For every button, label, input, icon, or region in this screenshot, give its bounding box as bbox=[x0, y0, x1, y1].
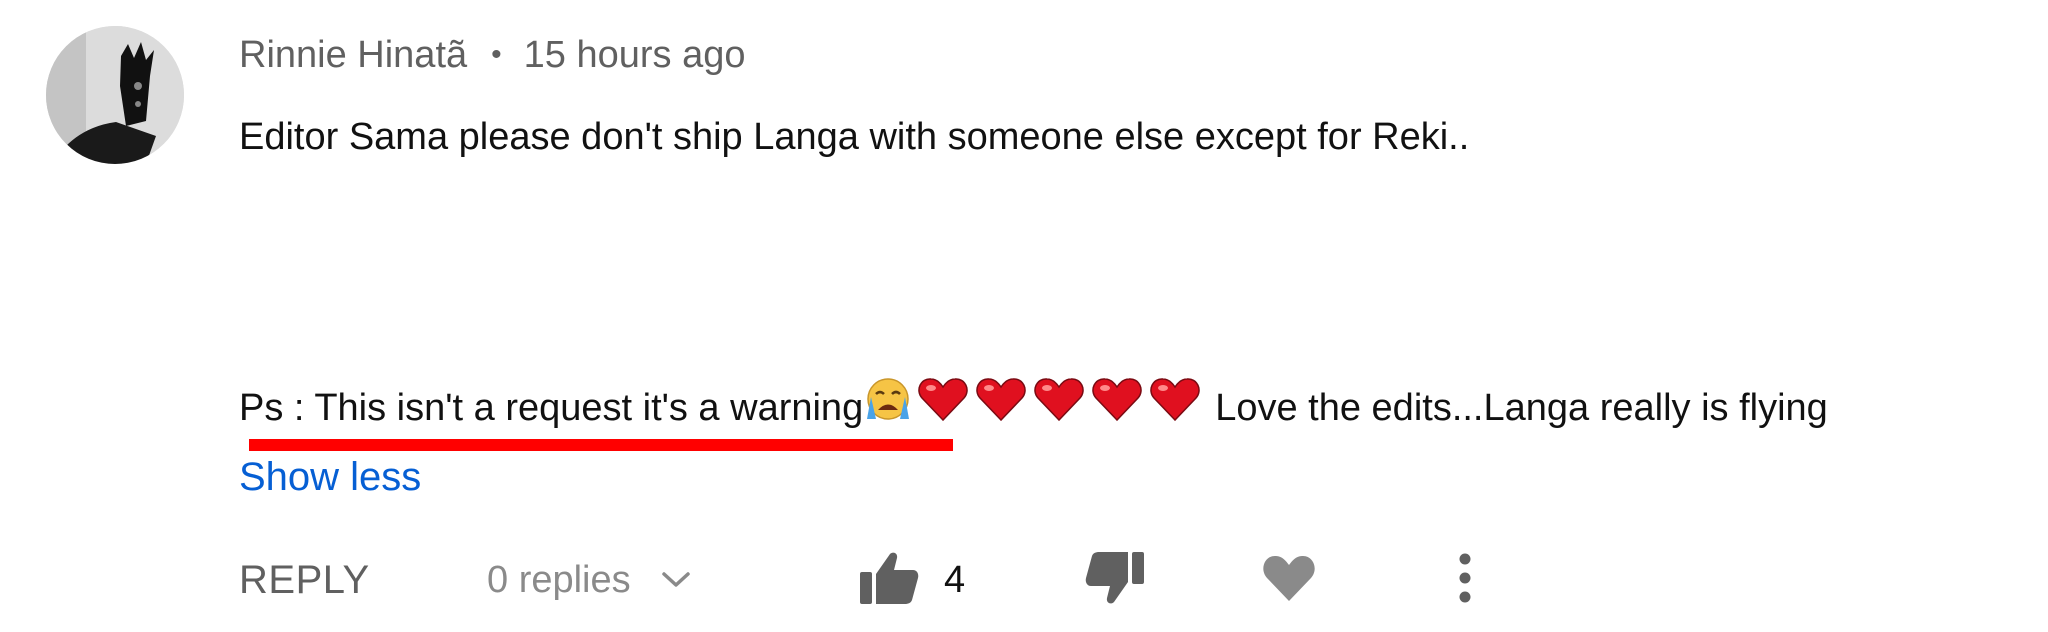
like-count: 4 bbox=[944, 559, 966, 601]
author-name[interactable]: Rinnie Hinatã bbox=[239, 34, 467, 77]
thumbs-up-icon bbox=[858, 550, 920, 611]
show-less-link[interactable]: Show less bbox=[239, 452, 421, 502]
avatar[interactable] bbox=[46, 26, 184, 164]
heart-icon bbox=[1261, 553, 1317, 608]
separator-dot: • bbox=[491, 38, 502, 71]
comment-timestamp[interactable]: 15 hours ago bbox=[524, 34, 746, 77]
red-underline-annotation bbox=[249, 439, 953, 451]
reply-button[interactable]: REPLY bbox=[239, 550, 370, 610]
comment-header: Rinnie Hinatã • 15 hours ago bbox=[239, 30, 746, 80]
avatar-image bbox=[46, 26, 184, 164]
dislike-button[interactable] bbox=[1084, 550, 1146, 610]
more-options-button[interactable] bbox=[1458, 550, 1472, 610]
red-heart-icon bbox=[1033, 376, 1085, 435]
red-heart-icon bbox=[1149, 376, 1201, 435]
chevron-down-icon bbox=[661, 570, 691, 590]
hearts-group bbox=[917, 376, 1201, 435]
red-heart-icon bbox=[1091, 376, 1143, 435]
comment-text-suffix: Love the edits...Langa really is flying bbox=[1215, 387, 1828, 429]
creator-heart-button[interactable] bbox=[1261, 550, 1317, 610]
replies-toggle[interactable]: 0 replies bbox=[487, 550, 691, 610]
comment-actions: REPLY 0 replies 4 bbox=[239, 550, 1539, 610]
comment-text-line-2: Ps : This isn't a request it's a warning… bbox=[239, 378, 1828, 436]
red-heart-icon bbox=[975, 376, 1027, 435]
comment-text-line-1: Editor Sama please don't ship Langa with… bbox=[239, 116, 1470, 158]
comment-text-ps: Ps : This isn't a request it's a warning bbox=[239, 387, 864, 429]
like-button[interactable] bbox=[858, 550, 920, 610]
more-vertical-icon bbox=[1458, 552, 1472, 609]
replies-count-label: 0 replies bbox=[487, 558, 631, 601]
thumbs-down-icon bbox=[1084, 550, 1146, 611]
red-heart-icon bbox=[917, 376, 969, 435]
crying-face-icon bbox=[863, 375, 913, 436]
comment-thread: Rinnie Hinatã • 15 hours ago Editor Sama… bbox=[0, 0, 2048, 632]
